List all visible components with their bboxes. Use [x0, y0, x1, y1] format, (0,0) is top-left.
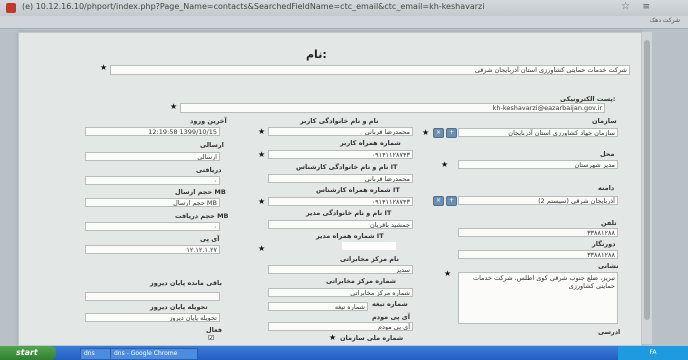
page-scrollbar[interactable] [642, 32, 652, 344]
remaining-field[interactable] [85, 292, 220, 301]
user-name-label: نام و نام خانوادگی کاربر [300, 117, 379, 125]
last-login-label: آخرین ورود [190, 117, 227, 125]
required-star-icon: ★ [258, 150, 266, 159]
received-label: دریافتی [196, 166, 222, 174]
address-label: نشانی [598, 262, 619, 270]
recv-size-field[interactable]: ۰ [85, 222, 220, 231]
it-manager-field[interactable]: جمشید باقریان [268, 220, 413, 229]
received-field[interactable]: ۰ [85, 176, 220, 185]
national-code-label: شماره ملی سازمان [340, 334, 404, 342]
required-star-icon: ★ [444, 269, 452, 278]
user-mobile-field[interactable]: ۰۹۱۴۱۱۲۸۷۴۳ [268, 150, 413, 159]
location-label: محل [600, 150, 615, 158]
sent-label: ارسالی [200, 141, 224, 149]
it-expert-name-field[interactable]: محمدرضا قربانی [268, 174, 413, 183]
comm-center-label: نام مرکز مخابراتی [340, 255, 399, 263]
required-star-icon: ★ [258, 197, 266, 206]
comm-center-field[interactable]: سدیر [268, 265, 413, 274]
email-field[interactable]: kh-keshavarzi@eazarbaijan.gov.ir [180, 103, 605, 113]
fax-label: دورنگار [592, 240, 616, 248]
taskbar-item-chrome[interactable]: dns - Google Chrome [110, 348, 198, 360]
send-size-label: حجم ارسال MB [175, 188, 226, 196]
user-name-field[interactable]: محمدرضا قربانی [268, 127, 413, 136]
phone-label: تلفن [601, 219, 617, 227]
last-login-field[interactable]: 12:19:58 1399/10/15 [85, 127, 220, 136]
required-star-icon: ★ [170, 102, 178, 111]
comm-number-label: شماره مرکز مخابراتی [326, 277, 397, 285]
bookmark-item[interactable]: شرکت دهک [650, 17, 680, 24]
required-star-icon: ★ [100, 63, 108, 72]
modem-ip-field[interactable]: آی پی مودم [268, 322, 413, 331]
location-field[interactable]: مدیر شهرستان [458, 160, 618, 169]
end-day-label: تحویله پایان دیروز [150, 303, 208, 311]
recv-size-label: حجم دریافت MB [175, 212, 229, 220]
bookmark-star-icon[interactable]: ☆ [621, 1, 630, 12]
redacted-value [342, 242, 396, 250]
it-manager-mobile-label: شماره همراه مدیر IT [316, 232, 384, 240]
line-field[interactable]: شماره تیغه [268, 302, 368, 311]
add-icon[interactable]: + [446, 128, 457, 138]
it-expert-name-label: نام و نام خانوادگی کارشناس IT [296, 163, 398, 171]
organization-label: سازمان [592, 117, 617, 125]
it-expert-mobile-field[interactable]: ۰۹۱۴۱۱۲۸۷۴۳ [268, 197, 413, 206]
required-star-icon: ★ [441, 160, 449, 169]
it-expert-mobile-label: شماره همراه کارشناس IT [316, 186, 400, 194]
email-label: پست الکترونیکی: [560, 95, 616, 103]
address-textarea[interactable]: تبریز، ضلع جنوب شرقی کوی اطلس، شرکت خدما… [458, 272, 618, 324]
active-label: فعال [206, 326, 223, 334]
remaining-label: باقی مانده پایان دیروز [150, 279, 222, 287]
ip-field[interactable]: ۱۲.۱۲.۱.۲۷ [85, 245, 220, 254]
browser-window: (e) 10.12.16.10/phport/index.php?Page_Na… [0, 0, 688, 349]
required-star-icon: ★ [258, 127, 266, 136]
more-label: ادرسی [598, 328, 621, 336]
active-checkbox[interactable]: ☑ [208, 334, 214, 342]
fax-field[interactable]: ۳۳۸۸۱۲۸۸ [458, 250, 618, 259]
menu-icon[interactable]: ≡ [642, 2, 650, 12]
taskbar: start dns dns - Google Chrome FA [0, 346, 688, 360]
required-star-icon: ★ [258, 244, 266, 253]
phone-field[interactable]: ۳۳۸۸۱۲۸۸ [458, 228, 618, 237]
comm-number-field[interactable]: شماره مرکز مخابراتی [268, 288, 413, 297]
company-name-field[interactable]: شرکت خدمات حمایتی کشاورزی استان آذربایجا… [110, 65, 630, 75]
domain-label: دامنه [598, 184, 615, 192]
modem-ip-label: آی پی مودم [372, 313, 410, 321]
start-button[interactable]: start [0, 346, 56, 360]
form-title: نام: [306, 48, 327, 61]
add-icon[interactable]: + [446, 196, 457, 206]
site-icon [6, 3, 16, 13]
domain-select[interactable]: آذربایجان شرقی (سیستم 2) [458, 196, 618, 205]
bookmarks-bar: شرکت دهک [0, 16, 688, 29]
remove-icon[interactable]: × [433, 128, 444, 138]
line-label: شماره تیغه [372, 300, 408, 308]
organization-select[interactable]: سازمان جهاد کشاورزی استان آذربایجان [458, 128, 618, 137]
url-text[interactable]: (e) 10.12.16.10/phport/index.php?Page_Na… [22, 2, 484, 11]
ip-label: آی پی [200, 235, 220, 243]
sent-field[interactable]: ارسالی [85, 152, 220, 161]
required-star-icon: ★ [422, 128, 430, 137]
system-tray: FA [618, 346, 688, 360]
required-star-icon: ★ [329, 333, 337, 342]
scrollbar-thumb[interactable] [644, 40, 650, 320]
remove-icon[interactable]: × [433, 196, 444, 206]
taskbar-item[interactable]: dns [80, 348, 112, 360]
it-manager-label: نام و نام خانوادگی مدیر IT [306, 209, 392, 217]
send-size-field[interactable]: حجم ارسال MB [85, 198, 220, 207]
user-mobile-label: شماره همراه کاربر [340, 139, 401, 147]
address-bar[interactable]: (e) 10.12.16.10/phport/index.php?Page_Na… [0, 0, 688, 17]
end-day-field[interactable]: تحویله پایان دیروز [85, 313, 220, 322]
